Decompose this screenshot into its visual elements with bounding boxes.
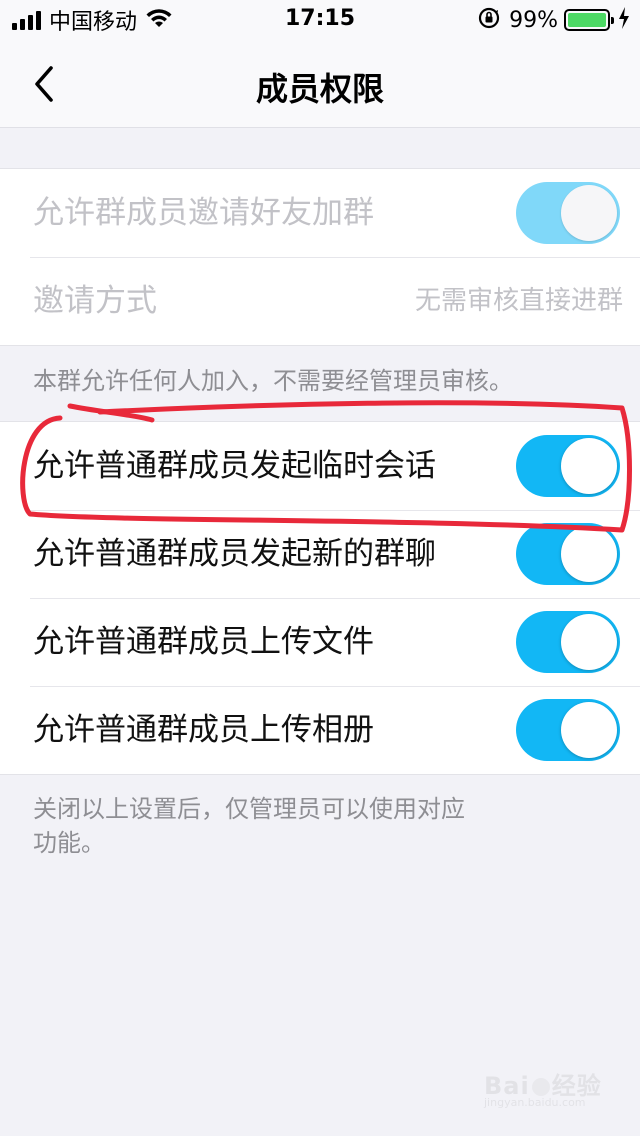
permission-row-upload-files: 允许普通群成员上传文件 xyxy=(0,598,640,686)
invite-note: 本群允许任何人加入，不需要经管理员审核。 xyxy=(33,367,513,395)
permission-label-upload-files: 允许普通群成员上传文件 xyxy=(33,624,374,660)
status-bar: 中国移动 17:15 99% xyxy=(0,0,640,40)
footer-note-line-2: 功能。 xyxy=(33,829,105,857)
invite-method-value: 无需审核直接进群 xyxy=(414,286,623,316)
new-group-chat-toggle[interactable] xyxy=(516,523,620,585)
allow-invite-label: 允许群成员邀请好友加群 xyxy=(33,195,374,231)
footer-note: 关闭以上设置后，仅管理员可以使用对应 功能。 xyxy=(33,792,465,860)
permission-label-temp-chat: 允许普通群成员发起临时会话 xyxy=(33,448,436,484)
page-title: 成员权限 xyxy=(255,70,384,108)
allow-invite-row: 允许群成员邀请好友加群 xyxy=(0,169,640,257)
upload-album-toggle[interactable] xyxy=(516,699,620,761)
permission-label-new-group: 允许普通群成员发起新的群聊 xyxy=(33,536,436,572)
member-permissions-section: 允许普通群成员发起临时会话 允许普通群成员发起新的群聊 允许普通群成员上传文件 … xyxy=(0,421,640,775)
navigation-bar: 成员权限 xyxy=(0,40,640,128)
battery-level-fill xyxy=(568,13,606,27)
allow-invite-toggle[interactable] xyxy=(516,182,620,244)
upload-files-toggle[interactable] xyxy=(516,611,620,673)
status-bar-right: 99% xyxy=(477,6,630,34)
footer-note-line-1: 关闭以上设置后，仅管理员可以使用对应 xyxy=(33,795,465,823)
permission-row-temp-chat: 允许普通群成员发起临时会话 xyxy=(0,422,640,510)
invite-settings-section: 允许群成员邀请好友加群 邀请方式 无需审核直接进群 xyxy=(0,168,640,346)
invite-method-row[interactable]: 邀请方式 无需审核直接进群 xyxy=(0,257,640,345)
invite-method-label: 邀请方式 xyxy=(33,283,157,319)
screen: 中国移动 17:15 99% 成员权限 允许群成员邀请好友加群 邀请方式 无需审… xyxy=(0,0,640,1136)
permission-label-upload-album: 允许普通群成员上传相册 xyxy=(33,712,374,748)
permission-row-new-group: 允许普通群成员发起新的群聊 xyxy=(0,510,640,598)
temp-chat-toggle[interactable] xyxy=(516,435,620,497)
permission-row-upload-album: 允许普通群成员上传相册 xyxy=(0,686,640,774)
battery-percent: 99% xyxy=(509,7,558,33)
charging-bolt-icon xyxy=(618,7,630,33)
battery-icon xyxy=(564,9,614,31)
baidu-jingyan-watermark-logo: Bai 经验 jingyan.baidu.com xyxy=(484,1072,602,1109)
orientation-lock-icon xyxy=(477,6,501,34)
